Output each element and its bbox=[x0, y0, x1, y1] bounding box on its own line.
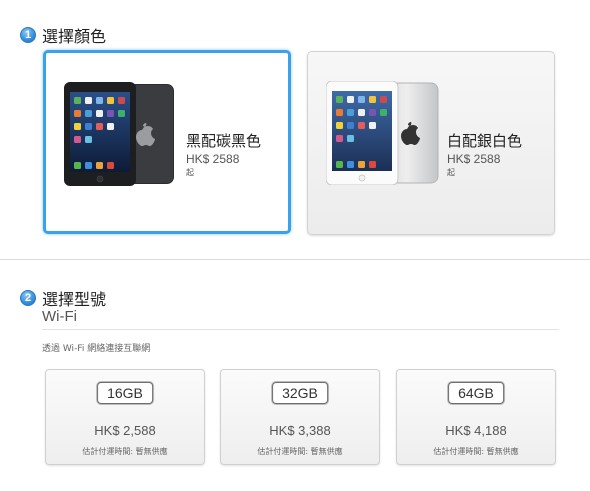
connectivity-divider bbox=[42, 329, 559, 330]
color-price: HK$ 2588 bbox=[447, 152, 501, 166]
connectivity-title: Wi-Fi bbox=[42, 308, 77, 325]
capacity-label: 64GB bbox=[448, 382, 504, 404]
model-price: HK$ 4,188 bbox=[445, 423, 507, 438]
step-2-header: 2 選擇型號 bbox=[20, 286, 106, 310]
step-number-badge: 2 bbox=[20, 290, 36, 306]
model-option-32gb[interactable]: 32GB HK$ 3,388 估計付運時間: 暫無供應 bbox=[220, 369, 380, 465]
model-option-16gb[interactable]: 16GB HK$ 2,588 估計付運時間: 暫無供應 bbox=[45, 369, 205, 465]
price-from-label: 起 bbox=[447, 168, 455, 177]
shipping-estimate: 估計付運時間: 暫無供應 bbox=[82, 447, 168, 456]
color-name: 白配銀白色 bbox=[447, 132, 523, 150]
color-option-black-slate[interactable]: 黑配碳黑色 HK$ 2588 起 bbox=[43, 50, 291, 234]
shipping-estimate: 估計付運時間: 暫無供應 bbox=[257, 447, 343, 456]
ipad-mini-black-image bbox=[64, 82, 174, 186]
step-number-badge: 1 bbox=[20, 27, 36, 43]
step-1-header: 1 選擇顏色 bbox=[20, 23, 106, 47]
connectivity-description: 透過 Wi-Fi 網絡連接互聯網 bbox=[42, 344, 151, 354]
color-name: 黑配碳黑色 bbox=[186, 132, 262, 150]
step-2-title: 選擇型號 bbox=[42, 290, 107, 309]
capacity-label: 32GB bbox=[272, 382, 328, 404]
price-from-label: 起 bbox=[186, 168, 194, 177]
color-price: HK$ 2588 bbox=[186, 152, 240, 166]
shipping-estimate: 估計付運時間: 暫無供應 bbox=[433, 447, 519, 456]
color-option-white-silver[interactable]: 白配銀白色 HK$ 2588 起 bbox=[307, 51, 555, 235]
model-price: HK$ 2,588 bbox=[94, 423, 156, 438]
capacity-label: 16GB bbox=[97, 382, 153, 404]
model-option-64gb[interactable]: 64GB HK$ 4,188 估計付運時間: 暫無供應 bbox=[396, 369, 556, 465]
step-1-title: 選擇顏色 bbox=[42, 27, 107, 46]
ipad-mini-white-image bbox=[326, 81, 439, 185]
section-divider bbox=[0, 259, 590, 260]
model-price: HK$ 3,388 bbox=[269, 423, 331, 438]
